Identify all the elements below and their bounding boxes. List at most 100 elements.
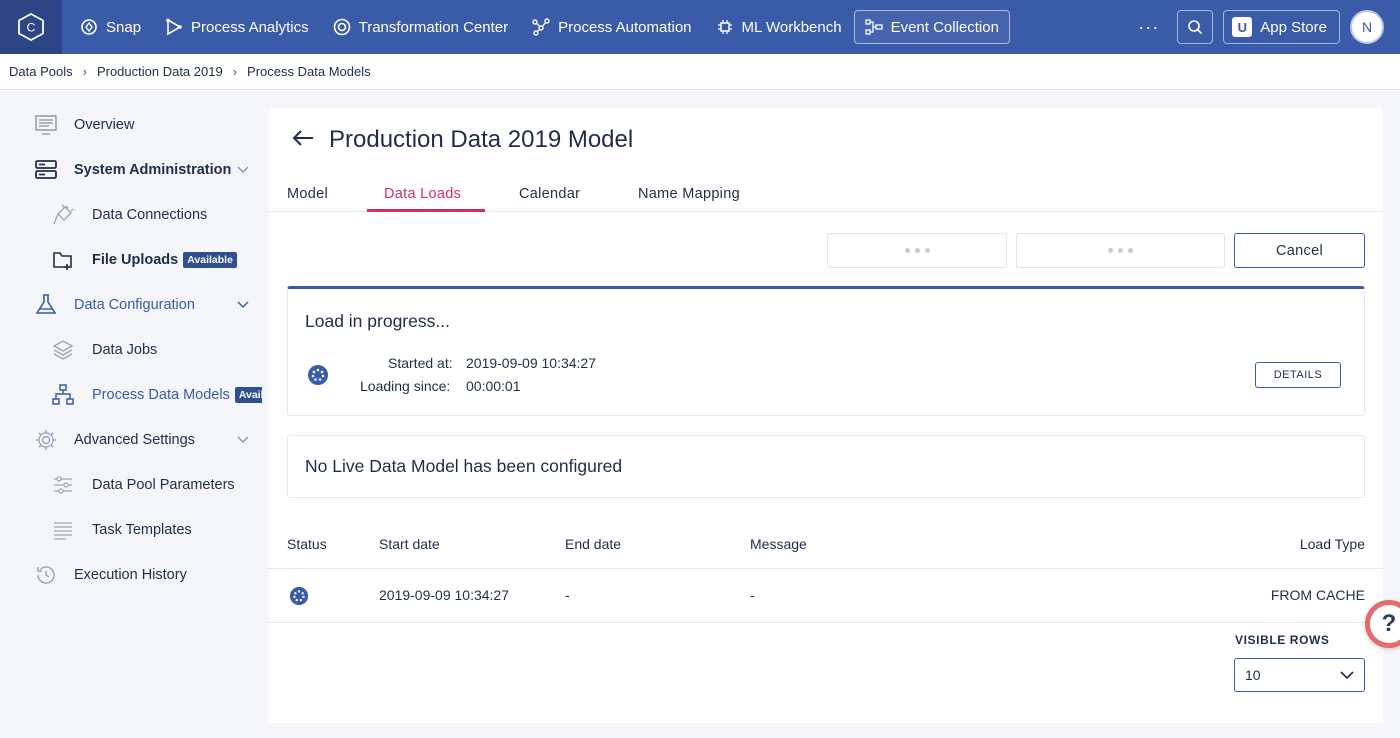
details-button[interactable]: DETAILS [1255,362,1341,388]
column-end-date[interactable]: End date [565,536,621,552]
tab-model[interactable]: Model [287,186,328,202]
page-title: Production Data 2019 Model [329,126,634,153]
visible-rows-select[interactable]: 10 [1234,658,1365,692]
search-button[interactable] [1177,10,1214,44]
nav-process-analytics[interactable]: Process Analytics [153,0,321,54]
chevron-down-icon [1340,667,1354,683]
breadcrumb-production-data[interactable]: Production Data 2019 [97,64,223,79]
nav-process-automation-label: Process Automation [558,18,692,36]
visible-rows-value: 10 [1245,667,1261,683]
user-avatar[interactable]: N [1350,10,1384,44]
more-menu-icon[interactable]: ··· [1138,17,1159,38]
available-badge: Available [183,252,237,269]
loading-since-label: Loading since: [360,378,451,394]
svg-text:C: C [27,21,36,35]
flask-icon [33,292,59,318]
chevron-down-icon[interactable] [237,297,249,313]
snap-icon [81,19,97,35]
back-arrow-icon[interactable] [291,129,315,152]
lines-icon [50,517,76,543]
ml-workbench-icon [717,20,732,34]
nav-transformation-center[interactable]: Transformation Center [321,0,521,54]
nav-snap[interactable]: Snap [68,0,153,54]
sliders-icon [50,472,76,498]
table-header: Status Start date End date Message Load … [269,523,1383,569]
column-message[interactable]: Message [750,536,807,552]
table-row[interactable]: 2019-09-09 10:34:27 - - FROM CACHE [269,569,1383,623]
available-badge: Available [234,387,262,404]
process-analytics-icon [166,18,182,36]
loading-dot-icon [1118,248,1123,253]
top-navigation-bar: C Snap Process Analytics Transformation … [0,0,1400,54]
sidebar-item-data-jobs[interactable]: Data Jobs [0,330,262,370]
sidebar-item-file-uploads[interactable]: File Uploads Available [0,240,262,280]
sidebar-item-overview[interactable]: Overview [0,105,262,145]
load-progress-heading: Load in progress... [305,311,450,331]
tab-data-loads[interactable]: Data Loads [384,186,461,202]
nav-process-analytics-label: Process Analytics [191,18,309,36]
nav-event-collection-label: Event Collection [890,18,999,36]
breadcrumb-data-pools[interactable]: Data Pools [9,64,73,79]
sidebar-item-label: System Administration [74,162,232,178]
history-icon [33,562,59,588]
search-icon [1188,20,1203,35]
app-store-label: App Store [1260,18,1327,36]
nav-ml-workbench[interactable]: ML Workbench [704,0,854,54]
sidebar: Overview System Administration Data Conn… [0,91,262,738]
cell-start-date: 2019-09-09 10:34:27 [379,587,509,603]
sidebar-item-system-administration[interactable]: System Administration [0,150,262,190]
sidebar-item-label: Task Templates [92,522,192,538]
sidebar-item-data-pool-parameters[interactable]: Data Pool Parameters [0,465,262,505]
breadcrumb-process-data-models[interactable]: Process Data Models [247,64,371,79]
visible-rows-label: VISIBLE ROWS [1235,633,1330,647]
plug-icon [50,202,76,228]
overview-icon [33,112,59,138]
started-at-label: Started at: [388,355,453,371]
app-logo[interactable]: C [0,0,62,54]
cell-end-date: - [565,587,570,603]
column-load-type[interactable]: Load Type [1300,536,1365,552]
loading-dot-icon [914,248,920,253]
app-store-icon: U [1232,17,1253,37]
app-store-button[interactable]: U App Store [1223,10,1340,44]
sidebar-item-data-configuration[interactable]: Data Configuration [0,285,262,325]
transformation-center-icon [333,18,350,36]
live-data-model-card: No Live Data Model has been configured [287,435,1365,498]
cancel-button[interactable]: Cancel [1234,233,1365,268]
chevron-down-icon[interactable] [237,162,249,178]
sidebar-item-label: Data Configuration [74,297,195,313]
sidebar-item-label: Data Connections [92,207,208,223]
nav-process-automation[interactable]: Process Automation [520,0,703,54]
cell-load-type: FROM CACHE [1270,587,1365,603]
loading-dot-icon [1128,248,1133,253]
nav-event-collection[interactable]: Event Collection [853,10,1010,44]
sidebar-item-process-data-models[interactable]: Process Data ModelsAvailable [0,375,262,415]
column-start-date[interactable]: Start date [379,536,440,552]
chevron-down-icon[interactable] [237,432,249,448]
tab-calendar[interactable]: Calendar [519,186,580,202]
sidebar-item-label: Data Jobs [92,342,158,358]
sidebar-item-label: Advanced Settings [74,432,195,448]
main-panel: Production Data 2019 Model Model Data Lo… [269,108,1383,723]
nav-snap-label: Snap [106,18,142,36]
layers-icon [50,337,76,363]
sidebar-item-data-connections[interactable]: Data Connections [0,195,262,235]
sidebar-item-label: Data Pool Parameters [92,477,235,493]
sidebar-item-execution-history[interactable]: Execution History [0,555,262,595]
loading-dot-icon [1108,248,1113,253]
breadcrumb-separator-icon: › [232,64,238,79]
tab-bar: Model Data Loads Calendar Name Mapping [269,178,1383,212]
gear-icon [33,427,59,453]
folder-plus-icon [50,247,76,273]
tab-name-mapping[interactable]: Name Mapping [638,186,740,202]
column-status[interactable]: Status [287,536,327,552]
spinner-icon [307,364,329,391]
loading-button[interactable] [1016,233,1225,268]
sidebar-item-advanced-settings[interactable]: Advanced Settings [0,420,262,460]
event-collection-icon [864,19,883,35]
loading-button[interactable] [827,233,1007,268]
nav-ml-workbench-label: ML Workbench [741,18,842,36]
breadcrumb: Data Pools › Production Data 2019 › Proc… [0,54,1400,90]
sidebar-item-label: File Uploads [92,251,179,268]
sidebar-item-task-templates[interactable]: Task Templates [0,510,262,550]
